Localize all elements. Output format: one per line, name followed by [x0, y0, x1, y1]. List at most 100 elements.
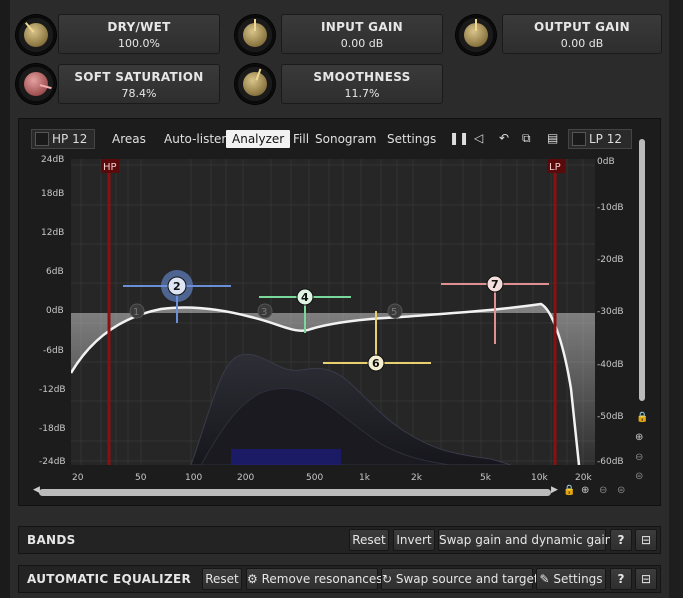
scroll-right-icon[interactable]: ▶	[551, 485, 558, 495]
smoothness-control[interactable]: SMOOTHNESS 11.7%	[281, 64, 443, 104]
x-label: 20	[72, 473, 84, 483]
copy-icon[interactable]: ⧉	[522, 131, 531, 146]
input-gain-control[interactable]: INPUT GAIN 0.00 dB	[281, 14, 443, 54]
band-1-label: 1	[133, 307, 139, 318]
y2-label: -20dB	[597, 255, 624, 265]
y-label: -12dB	[39, 385, 66, 395]
eq-graph[interactable]: HP LP 1 2 3 4 5 6 7	[71, 159, 595, 465]
bands-help-button[interactable]: ?	[610, 529, 632, 551]
x-label: 5k	[480, 473, 491, 483]
hp-tag-label: HP	[103, 162, 117, 173]
smoothness-value: 11.7%	[344, 87, 380, 100]
auto-eq-settings-button[interactable]: ✎ Settings	[536, 568, 606, 590]
y2-label: 0dB	[597, 157, 615, 167]
auto-eq-reset-button[interactable]: Reset	[202, 568, 242, 590]
y-label: -6dB	[43, 346, 64, 356]
left-rail	[0, 0, 10, 598]
y2-label: -40dB	[597, 360, 624, 370]
output-gain-control[interactable]: OUTPUT GAIN 0.00 dB	[502, 14, 662, 54]
smoothness-label: SMOOTHNESS	[313, 70, 411, 84]
swap-gain-button[interactable]: Swap gain and dynamic gain	[438, 529, 612, 551]
y2-label: -10dB	[597, 203, 624, 213]
bands-reset-button[interactable]: Reset	[349, 529, 389, 551]
speaker-icon[interactable]: ◁	[474, 131, 483, 145]
y2-label: -30dB	[597, 307, 624, 317]
paste-icon[interactable]: ▤	[547, 131, 558, 145]
hp-toggle-label: HP 12	[52, 132, 88, 146]
hp-toggle[interactable]: HP 12	[31, 129, 95, 149]
dry-wet-knob[interactable]	[16, 15, 56, 55]
soft-saturation-control[interactable]: SOFT SATURATION 78.4%	[58, 64, 220, 104]
v-zoom-out-icon[interactable]: ⊖	[635, 452, 643, 463]
y2-label: -60dB	[597, 457, 624, 467]
fill-button[interactable]: Fill	[293, 132, 309, 146]
y-label: -24dB	[39, 457, 66, 467]
analyzer-low-band	[231, 449, 341, 465]
auto-eq-expand-icon[interactable]: ⊟	[635, 568, 657, 590]
input-gain-label: INPUT GAIN	[320, 20, 404, 34]
lock-icon[interactable]: 🔒	[563, 485, 575, 496]
areas-button[interactable]: Areas	[112, 132, 146, 146]
lp-checkbox[interactable]	[572, 132, 586, 146]
zoom-out-icon[interactable]: ⊖	[599, 485, 607, 496]
auto-eq-section: AUTOMATIC EQUALIZER Reset ⚙ Remove reson…	[18, 565, 661, 593]
band-7-label: 7	[491, 278, 499, 291]
settings-button[interactable]: Settings	[387, 132, 436, 146]
band-4-label: 4	[301, 291, 309, 304]
lp-tag-label: LP	[549, 162, 561, 173]
scroll-left-icon[interactable]: ◀	[33, 485, 40, 495]
output-gain-knob[interactable]	[456, 15, 496, 55]
analyzer-button[interactable]: Analyzer	[226, 130, 291, 148]
auto-eq-help-button[interactable]: ?	[610, 568, 632, 590]
y-label: 12dB	[41, 228, 65, 238]
knob-indicator	[475, 19, 477, 31]
vertical-scrollbar[interactable]	[639, 139, 645, 401]
wrench-icon: ✎	[539, 572, 554, 586]
soft-saturation-knob[interactable]	[16, 64, 56, 104]
x-label: 50	[135, 473, 147, 483]
x-label: 20k	[575, 473, 592, 483]
bands-title: BANDS	[27, 533, 76, 547]
bands-section: BANDS Reset Invert Swap gain and dynamic…	[18, 526, 661, 554]
knob-cap	[243, 72, 267, 96]
knob-indicator	[254, 19, 256, 31]
eq-toolbar: HP 12 Areas Auto-listen Analyzer Fill So…	[19, 119, 660, 157]
y-label: 0dB	[46, 306, 64, 316]
undo-icon[interactable]: ↶	[499, 131, 509, 145]
swap-source-target-label: Swap source and target	[395, 572, 539, 586]
output-gain-label: OUTPUT GAIN	[534, 20, 630, 34]
zoom-in-icon[interactable]: ⊕	[581, 485, 589, 496]
y-label: 24dB	[41, 155, 65, 165]
knob-cap	[24, 72, 48, 96]
soft-saturation-label: SOFT SATURATION	[74, 70, 204, 84]
y-label: 18dB	[41, 189, 65, 199]
input-gain-knob[interactable]	[235, 15, 275, 55]
band-5-label: 5	[391, 307, 397, 318]
wrench-icon: ⚙	[247, 572, 262, 586]
pause-icon[interactable]: ❚❚	[449, 131, 469, 145]
dry-wet-control[interactable]: DRY/WET 100.0%	[58, 14, 220, 54]
zoom-reset-icon[interactable]: ⊜	[617, 485, 625, 496]
bands-expand-icon[interactable]: ⊟	[635, 529, 657, 551]
horizontal-scrollbar[interactable]	[39, 489, 551, 496]
sonogram-button[interactable]: Sonogram	[315, 132, 377, 146]
bands-invert-button[interactable]: Invert	[393, 529, 435, 551]
x-label: 1k	[359, 473, 370, 483]
v-zoom-reset-icon[interactable]: ⊜	[635, 471, 643, 482]
auto-eq-title: AUTOMATIC EQUALIZER	[27, 572, 191, 586]
band-2-label: 2	[173, 280, 181, 293]
band-3-label: 3	[261, 307, 267, 318]
x-label: 10k	[531, 473, 548, 483]
smoothness-knob[interactable]	[235, 64, 275, 104]
input-gain-value: 0.00 dB	[340, 37, 384, 50]
x-label: 2k	[411, 473, 422, 483]
v-lock-icon[interactable]: 🔒	[636, 412, 648, 423]
swap-source-target-button[interactable]: ↻ Swap source and target	[381, 568, 539, 590]
v-zoom-in-icon[interactable]: ⊕	[635, 432, 643, 443]
hp-checkbox[interactable]	[35, 132, 49, 146]
output-gain-value: 0.00 dB	[560, 37, 604, 50]
swap-icon: ↻	[382, 572, 396, 586]
autolisten-button[interactable]: Auto-listen	[164, 132, 229, 146]
lp-toggle[interactable]: LP 12	[568, 129, 632, 149]
remove-resonances-button[interactable]: ⚙ Remove resonances	[246, 568, 383, 590]
